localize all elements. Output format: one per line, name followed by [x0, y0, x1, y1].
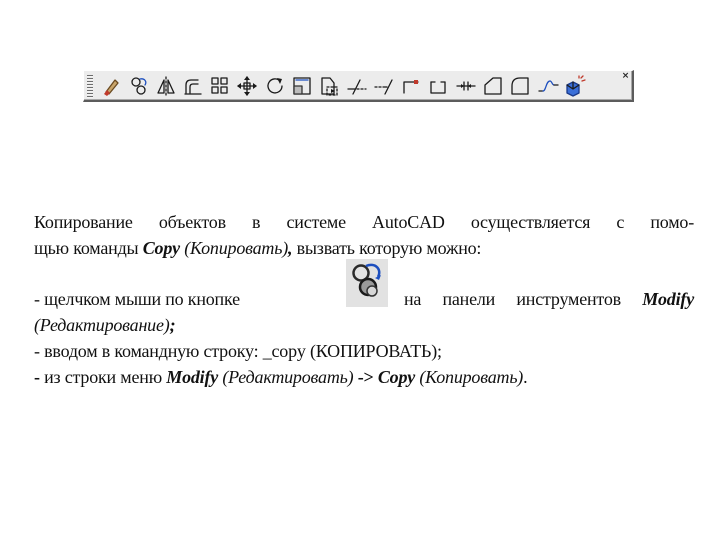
menu-item-ru: (Копировать): [415, 367, 524, 387]
paragraph-line: - вводом в командную строку: _copy (КОПИ…: [34, 341, 694, 362]
trim-icon[interactable]: [346, 75, 368, 97]
array-icon[interactable]: [209, 75, 231, 97]
fillet-icon[interactable]: [509, 75, 531, 97]
bullet-command-line: - вводом в командную строку: _copy (КОПИ…: [34, 341, 442, 361]
paragraph-line: на панели инструментов Modify: [404, 289, 694, 310]
menu-name-ru: (Редактировать): [218, 367, 354, 387]
rotate-icon[interactable]: [264, 75, 286, 97]
intro-text-tail: вызвать которую можно:: [292, 238, 482, 258]
intro-text: щью команды: [34, 238, 143, 258]
modify-toolbar: ×: [83, 70, 634, 102]
move-icon[interactable]: [236, 75, 258, 97]
paragraph-line: - из строки меню Modify (Редактировать) …: [34, 367, 694, 388]
explode-icon[interactable]: [564, 75, 586, 97]
punctuation: ;: [169, 315, 176, 335]
copy-icon[interactable]: [128, 75, 150, 97]
toolbar-name-modify: Modify: [642, 289, 694, 309]
offset-icon[interactable]: [182, 75, 204, 97]
menu-arrow: ->: [353, 367, 378, 387]
paragraph-line: (Редактирование);: [34, 315, 694, 336]
bullet-button-text: - щелчком мыши по кнопке: [34, 289, 240, 309]
toolbar-name-ru: (Редактирование): [34, 315, 170, 335]
stretch-icon[interactable]: [318, 75, 340, 97]
paragraph-line: - щелчком мыши по кнопке: [34, 289, 346, 310]
punctuation: .: [523, 367, 528, 387]
paragraph-line: щью команды Copy (Копировать), вызвать к…: [34, 238, 694, 259]
mirror-icon[interactable]: [155, 75, 177, 97]
bullet-menu-text: из строки меню: [39, 367, 167, 387]
menu-item-copy: Copy: [377, 367, 416, 387]
extend-icon[interactable]: [373, 75, 395, 97]
menu-name-modify: Modify: [166, 367, 219, 387]
blend-curves-icon[interactable]: [537, 75, 559, 97]
scale-icon[interactable]: [291, 75, 313, 97]
erase-icon[interactable]: [100, 75, 122, 97]
chamfer-icon[interactable]: [482, 75, 504, 97]
break-icon[interactable]: [427, 75, 449, 97]
copy-button-image: [346, 259, 388, 307]
join-icon[interactable]: [455, 75, 477, 97]
toolbar-grip[interactable]: [87, 75, 93, 98]
command-name-copy: Copy: [142, 238, 180, 258]
paragraph-line: Копирование объектов в системе AutoCAD о…: [34, 212, 694, 233]
break-at-point-icon[interactable]: [400, 75, 422, 97]
toolbar-phrase: на панели инструментов: [404, 289, 643, 309]
intro-text-line1: Копирование объектов в системе AutoCAD о…: [34, 212, 694, 232]
command-name-ru: (Копировать): [179, 238, 288, 258]
toolbar-close-button[interactable]: ×: [621, 72, 630, 81]
